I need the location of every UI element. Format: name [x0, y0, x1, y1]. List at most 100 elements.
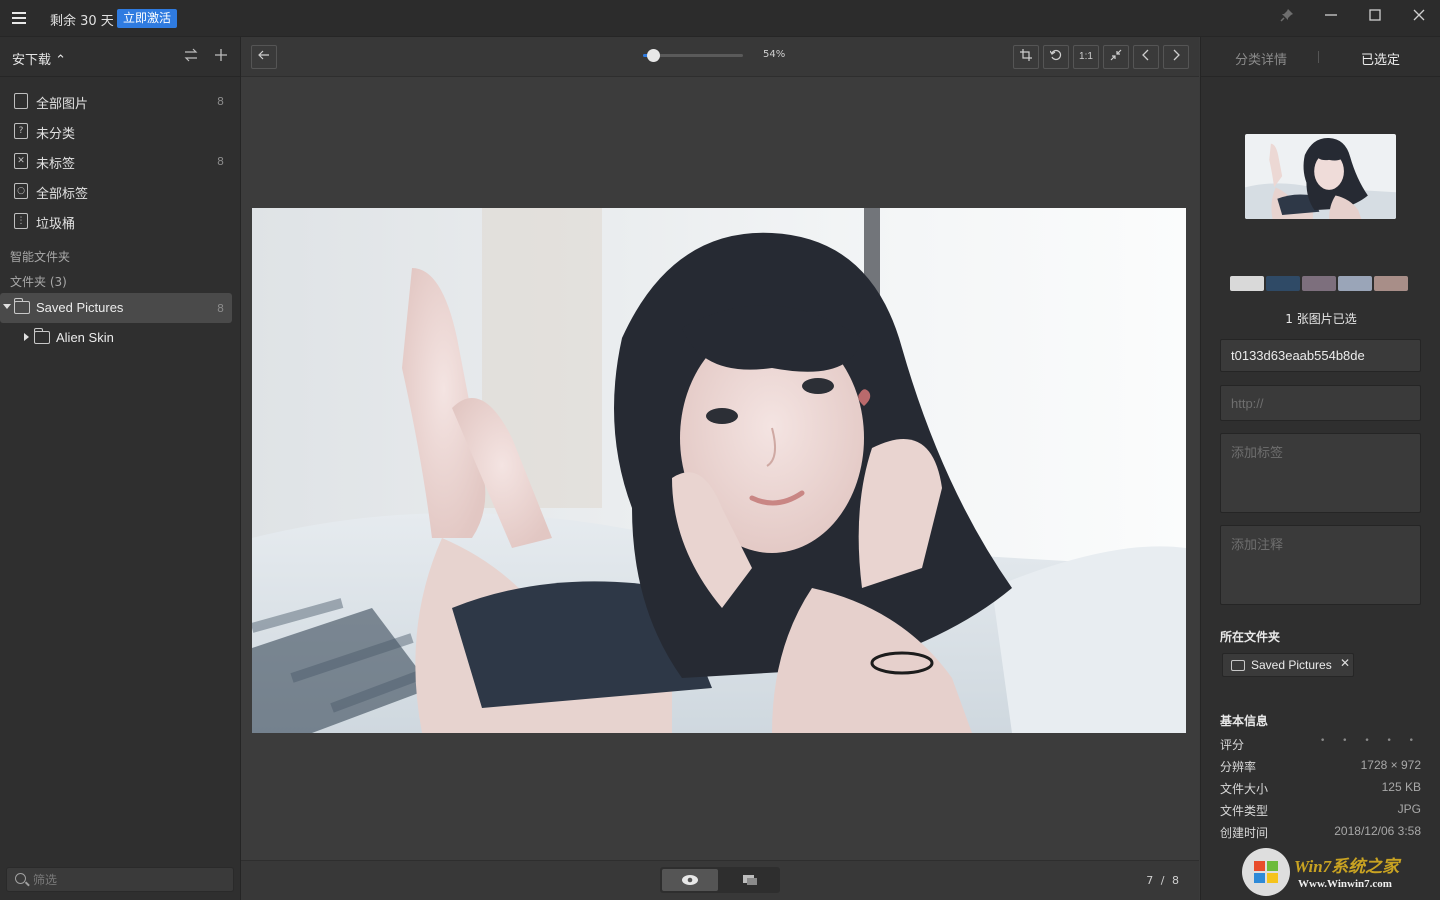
page-counter: 7 / 8: [1146, 874, 1181, 887]
sidebar-item-untagged[interactable]: ✕ 未标签 8: [0, 147, 240, 175]
library-header: 安下载 ⌃: [0, 37, 240, 77]
sidebar-item-label: 全部图片: [36, 97, 89, 112]
info-key: 分辨率: [1220, 760, 1257, 774]
rotate-icon[interactable]: [1043, 45, 1069, 69]
sidebar-item-trash[interactable]: ⋮ 垃圾桶: [0, 207, 240, 235]
rating-stars[interactable]: • • • • •: [1320, 736, 1421, 746]
next-icon[interactable]: [1163, 45, 1189, 69]
color-swatch[interactable]: [1266, 276, 1300, 291]
close-button[interactable]: [1408, 8, 1430, 28]
color-swatch[interactable]: [1374, 276, 1408, 291]
info-key: 文件大小: [1220, 782, 1269, 796]
tags-field[interactable]: [1220, 433, 1421, 513]
info-row-rating: 评分 • • • • •: [1220, 736, 1421, 754]
color-swatch[interactable]: [1302, 276, 1336, 291]
folder-saved-pictures[interactable]: Saved Pictures 8: [0, 293, 232, 323]
trial-remaining-text: 剩余 30 天: [50, 14, 114, 29]
title-bar: 剩余 30 天 立即激活: [0, 0, 1440, 37]
expand-arrow-icon[interactable]: [3, 304, 11, 309]
selected-thumbnail: [1245, 134, 1396, 219]
image-viewer: 54% 1:1 7 / 8: [241, 37, 1199, 900]
viewer-bottom-bar: 7 / 8: [241, 860, 1199, 900]
watermark-url: Www.Winwin7.com: [1298, 878, 1392, 890]
folders-heading[interactable]: 文件夹 (3): [10, 273, 67, 290]
folder-icon: [1231, 660, 1245, 671]
tab-category-details[interactable]: 分类详情: [1235, 49, 1287, 68]
folder-icon: [14, 298, 30, 314]
folder-chip-label: Saved Pictures: [1251, 658, 1332, 672]
info-row-resolution: 分辨率 1728 × 972: [1220, 758, 1421, 776]
sidebar-item-count: 8: [217, 155, 224, 168]
actual-size-button[interactable]: 1:1: [1073, 45, 1099, 69]
filter-field[interactable]: [6, 867, 234, 892]
trash-icon: ⋮: [14, 213, 28, 229]
sidebar-item-label: 垃圾桶: [36, 217, 76, 232]
watermark-logo: Win7系统之家 Www.Winwin7.com: [1238, 842, 1438, 900]
zoom-slider[interactable]: [643, 49, 743, 62]
sidebar-item-label: 未分类: [36, 127, 76, 142]
folder-label: Alien Skin: [56, 330, 114, 345]
tab-divider: [1318, 51, 1319, 63]
sidebar-item-uncategorized[interactable]: ? 未分类: [0, 117, 240, 145]
info-row-file-size: 文件大小 125 KB: [1220, 780, 1421, 798]
info-key: 创建时间: [1220, 826, 1269, 840]
folder-chip[interactable]: Saved Pictures ✕: [1222, 653, 1354, 677]
basic-info-heading: 基本信息: [1220, 714, 1269, 728]
watermark-brand: Win7系统之家: [1294, 857, 1400, 876]
color-swatch[interactable]: [1338, 276, 1372, 291]
info-value: 125 KB: [1381, 780, 1421, 794]
collapse-arrow-icon[interactable]: [24, 333, 29, 341]
url-field[interactable]: [1220, 385, 1421, 421]
view-mode-toggle: [660, 867, 780, 893]
folder-icon: [34, 328, 50, 344]
previous-icon[interactable]: [1133, 45, 1159, 69]
filename-field[interactable]: [1220, 339, 1421, 372]
sidebar-item-label: 未标签: [36, 157, 76, 172]
info-value: 1728 × 972: [1360, 758, 1421, 772]
info-value: JPG: [1397, 802, 1421, 816]
preview-eye-icon[interactable]: [662, 869, 718, 891]
left-sidebar: 安下载 ⌃ 全部图片 8 ? 未分类 ✕ 未标签 8 ○ 全部标签 ⋮ 垃圾桶 …: [0, 37, 241, 900]
folder-alien-skin[interactable]: Alien Skin: [0, 323, 232, 353]
fit-screen-icon[interactable]: [1103, 45, 1129, 69]
info-key: 文件类型: [1220, 804, 1269, 818]
hamburger-menu-icon[interactable]: [12, 12, 26, 24]
back-arrow-icon[interactable]: [251, 45, 277, 69]
sidebar-item-label: 全部标签: [36, 187, 89, 202]
sidebar-item-all-images[interactable]: 全部图片 8: [0, 87, 240, 115]
add-icon[interactable]: [212, 47, 230, 65]
smart-folders-heading[interactable]: 智能文件夹: [10, 248, 70, 265]
notes-field[interactable]: [1220, 525, 1421, 605]
main-photo[interactable]: [252, 208, 1186, 733]
info-value: 2018/12/06 3:58: [1334, 824, 1421, 838]
info-row-created: 创建时间 2018/12/06 3:58: [1220, 824, 1421, 842]
right-panel-tabs: 分类详情 已选定: [1201, 37, 1440, 77]
tag-icon: ○: [14, 183, 28, 199]
sidebar-item-all-tags[interactable]: ○ 全部标签: [0, 177, 240, 205]
search-icon: [15, 873, 26, 884]
comments-icon[interactable]: [722, 869, 778, 891]
zoom-level: 54%: [763, 49, 786, 60]
info-key: 评分: [1220, 738, 1245, 752]
pin-icon[interactable]: [1276, 8, 1298, 28]
image-stack-icon: [14, 93, 28, 109]
activate-button[interactable]: 立即激活: [117, 9, 178, 28]
zoom-slider-handle[interactable]: [647, 49, 660, 62]
viewer-toolbar: 54% 1:1: [241, 37, 1199, 77]
info-row-file-type: 文件类型 JPG: [1220, 802, 1421, 820]
remove-folder-icon[interactable]: ✕: [1340, 656, 1350, 670]
library-switcher[interactable]: 安下载 ⌃: [12, 49, 66, 68]
untagged-icon: ✕: [14, 153, 28, 169]
folder-count: 8: [217, 302, 224, 315]
color-swatch[interactable]: [1230, 276, 1264, 291]
swap-icon[interactable]: [182, 47, 200, 65]
tab-selected[interactable]: 已选定: [1361, 49, 1400, 68]
crop-icon[interactable]: [1013, 45, 1039, 69]
question-file-icon: ?: [14, 123, 28, 139]
minimize-button[interactable]: [1320, 8, 1342, 28]
selected-count: 1 张图片已选: [1285, 312, 1357, 326]
maximize-button[interactable]: [1364, 8, 1386, 28]
filter-input[interactable]: [33, 871, 228, 889]
sidebar-item-count: 8: [217, 95, 224, 108]
folder-heading: 所在文件夹: [1220, 630, 1281, 644]
